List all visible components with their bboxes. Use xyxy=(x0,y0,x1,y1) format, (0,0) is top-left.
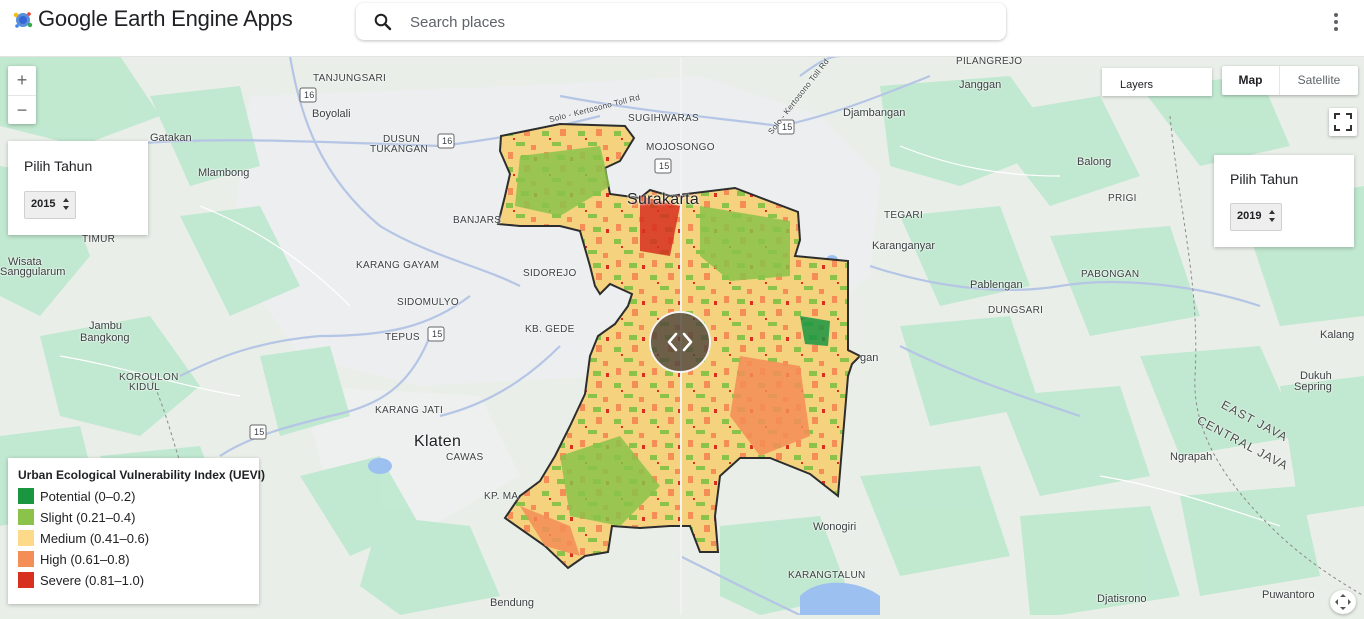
legend-swatch xyxy=(18,551,34,567)
map-label: MOJOSONGO xyxy=(646,142,715,153)
map-label: Sanggularum xyxy=(0,266,66,278)
map-label: Jambu xyxy=(89,320,123,332)
map-label: Djambangan xyxy=(843,107,906,119)
legend-swatch xyxy=(18,530,34,546)
legend-item: Potential (0–0.2) xyxy=(18,488,253,504)
map-label: Wonogiri xyxy=(813,521,857,533)
legend-item-label: Potential (0–0.2) xyxy=(40,489,136,504)
map-label: SUGIHWARAS xyxy=(628,113,699,124)
map-label: TANJUNGSARI xyxy=(313,73,387,84)
legend-title: Urban Ecological Vulnerability Index (UE… xyxy=(18,468,265,482)
map-label: Ngrapah xyxy=(1170,451,1213,463)
road-shield: 15 xyxy=(782,122,793,132)
map-label: BANJARS xyxy=(453,215,502,226)
map-label: Mlambong xyxy=(198,167,250,179)
map-label: PABONGAN xyxy=(1081,269,1140,280)
road-shield: 15 xyxy=(254,427,265,437)
map-type-map-button[interactable]: Map xyxy=(1222,66,1280,95)
split-slider-handle[interactable] xyxy=(649,311,711,373)
map-label: PILANGREJO xyxy=(956,56,1023,67)
map-label: Boyolali xyxy=(312,108,351,120)
right-year-panel: Pilih Tahun 2019 xyxy=(1214,155,1354,247)
map-type-satellite-button[interactable]: Satellite xyxy=(1280,66,1358,95)
map-label: PRIGI xyxy=(1108,193,1137,204)
map-label: KARANGTALUN xyxy=(788,570,866,581)
road-shield: 16 xyxy=(442,136,453,146)
map-label: KIDUL xyxy=(129,382,160,393)
map-label: Puwantoro xyxy=(1262,589,1315,601)
legend-swatch xyxy=(18,572,34,588)
map-label: Sepring xyxy=(1294,381,1332,393)
legend-swatch xyxy=(18,488,34,504)
zoom-in-button[interactable]: + xyxy=(8,66,36,95)
more-options-icon[interactable] xyxy=(1326,11,1346,33)
map-label: TUKANGAN xyxy=(370,144,428,155)
legend-item-label: Medium (0.41–0.6) xyxy=(40,531,150,546)
pan-control-button[interactable] xyxy=(1330,590,1356,614)
legend-item: Medium (0.41–0.6) xyxy=(18,530,253,546)
layers-button[interactable]: Layers xyxy=(1102,68,1212,96)
map-label: Janggan xyxy=(959,79,1002,91)
fullscreen-button[interactable] xyxy=(1329,108,1357,136)
map-label: TIMUR xyxy=(82,234,116,245)
map-label: TEGARI xyxy=(884,210,924,221)
map-label: TEPUS xyxy=(385,332,420,343)
legend-item-label: Slight (0.21–0.4) xyxy=(40,510,136,525)
map-label: SIDOREJO xyxy=(523,268,577,279)
road-shield: 16 xyxy=(304,90,315,100)
map-label: DUNGSARI xyxy=(988,305,1044,316)
map-label: Balong xyxy=(1077,156,1112,168)
legend-swatch xyxy=(18,509,34,525)
map-label: CAWAS xyxy=(446,452,484,463)
legend-item: Slight (0.21–0.4) xyxy=(18,509,253,525)
search-box[interactable] xyxy=(356,3,1006,40)
map-label: SIDOMULYO xyxy=(397,297,459,308)
zoom-control: + − xyxy=(8,66,36,124)
map-label: Kalang xyxy=(1320,329,1355,341)
map-label: gan xyxy=(860,352,879,364)
road-shield: 15 xyxy=(659,161,670,171)
select-arrows-icon xyxy=(1269,210,1275,222)
left-year-value: 2015 xyxy=(31,198,56,210)
zoom-out-button[interactable]: − xyxy=(8,95,36,125)
legend-item-label: Severe (0.81–1.0) xyxy=(40,573,145,588)
map-label: Gatakan xyxy=(150,132,192,144)
map-label: Pablengan xyxy=(970,279,1023,291)
move-arrows-icon xyxy=(1335,594,1351,610)
map-label: KB. GEDE xyxy=(525,324,575,335)
map-label: Surakarta xyxy=(627,191,700,208)
map-label: KP. MA xyxy=(484,491,519,502)
select-arrows-icon xyxy=(63,198,69,210)
right-year-value: 2019 xyxy=(1237,210,1262,222)
right-year-select[interactable]: 2019 xyxy=(1230,203,1282,231)
app-header: Google Earth Engine Apps xyxy=(0,0,1364,57)
road-shield: 15 xyxy=(432,329,443,339)
map-label: KARANG JATI xyxy=(375,405,444,416)
fullscreen-icon xyxy=(1334,113,1352,131)
map-label: Karanganyar xyxy=(872,240,935,252)
layers-label: Layers xyxy=(1120,79,1154,91)
earth-engine-logo-icon xyxy=(13,12,33,28)
map-label: Bendung xyxy=(490,597,535,609)
map-type-control: Map Satellite xyxy=(1222,66,1358,95)
chevron-left-right-icon xyxy=(667,332,693,352)
legend-item: Severe (0.81–1.0) xyxy=(18,572,253,588)
app-title: Google Earth Engine Apps xyxy=(38,6,293,31)
map-label: Bangkong xyxy=(80,332,130,344)
right-year-label: Pilih Tahun xyxy=(1230,171,1299,187)
left-year-panel: Pilih Tahun 2015 xyxy=(8,141,148,235)
uevi-legend: Urban Ecological Vulnerability Index (UE… xyxy=(8,458,265,604)
map-label: KARANG GAYAM xyxy=(356,260,440,271)
legend-item: High (0.61–0.8) xyxy=(18,551,253,567)
left-year-select[interactable]: 2015 xyxy=(24,191,76,219)
legend-item-label: High (0.61–0.8) xyxy=(40,552,130,567)
map-label: Klaten xyxy=(414,433,462,450)
left-year-label: Pilih Tahun xyxy=(24,158,93,174)
search-input[interactable] xyxy=(408,8,972,36)
map-label: Djatisrono xyxy=(1097,593,1147,605)
search-icon xyxy=(374,13,392,31)
